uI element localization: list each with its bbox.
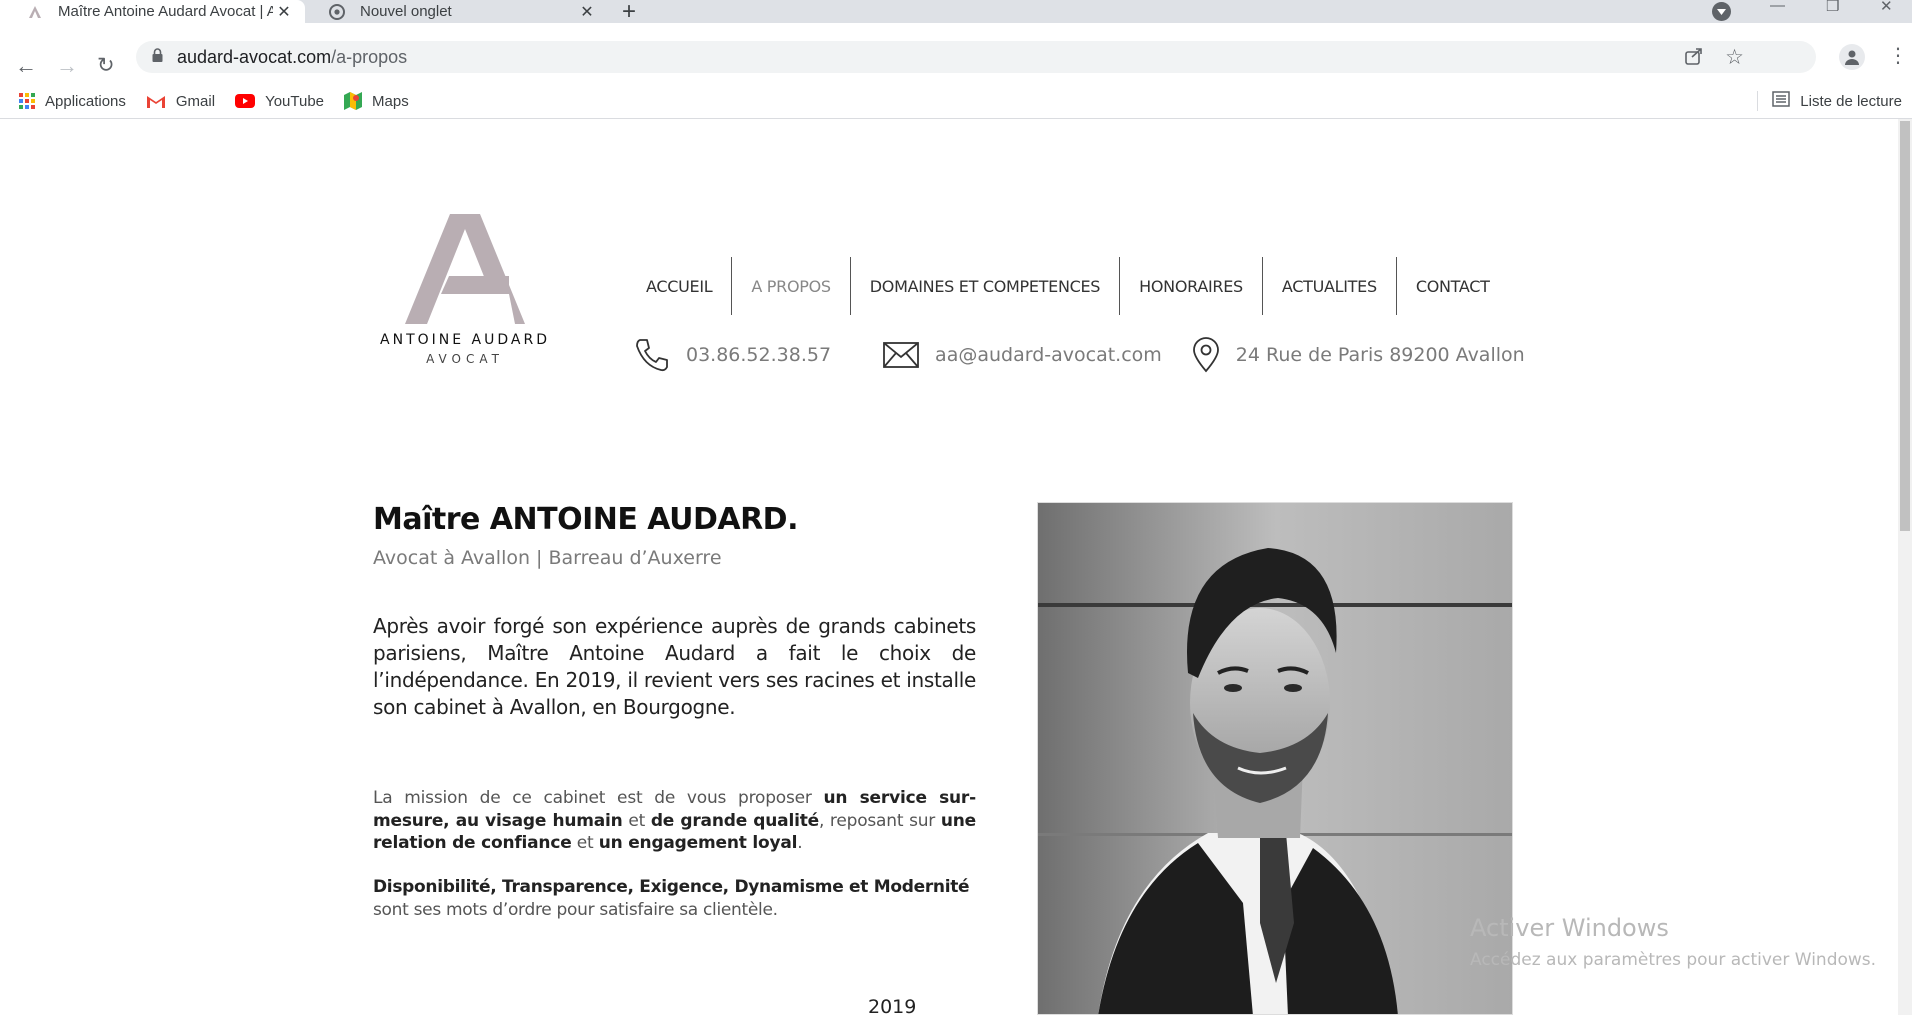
- bookmark-maps[interactable]: Maps: [344, 92, 409, 110]
- bookmark-star-icon[interactable]: ☆: [1725, 45, 1744, 70]
- window-close-icon[interactable]: ✕: [1880, 0, 1893, 15]
- tab-active[interactable]: Maître Antoine Audard Avocat | A ✕: [0, 0, 305, 23]
- values-sentence: sont ses mots d’ordre pour satisfaire sa…: [373, 900, 778, 920]
- intro-paragraph: Après avoir forgé son expérience auprès …: [373, 614, 976, 719]
- bookmarks-bar: Applications Gmail YouTube Maps: [0, 84, 1912, 118]
- reading-list-label: Liste de lecture: [1800, 92, 1902, 110]
- web-page: ANTOINE AUDARD AVOCAT ACCUEIL A PROPOS D…: [0, 119, 1898, 1015]
- logo-name: ANTOINE AUDARD: [380, 332, 550, 348]
- bookmark-label: Applications: [45, 92, 126, 110]
- bookmark-label: YouTube: [265, 92, 325, 110]
- url-path: /a-propos: [331, 46, 408, 67]
- address-bar[interactable]: audard-avocat.com/a-propos ☆: [136, 41, 1816, 73]
- phone-number: 03.86.52.38.57: [686, 344, 832, 366]
- tab-title: Maître Antoine Audard Avocat | A: [58, 3, 273, 20]
- restore-icon[interactable]: ❐: [1826, 0, 1839, 15]
- phone-icon: [636, 339, 668, 372]
- contact-bar: 03.86.52.38.57 aa@audard-avocat.com 24 R…: [634, 337, 1525, 373]
- nav-contact[interactable]: CONTACT: [1397, 257, 1509, 315]
- bookmark-youtube[interactable]: YouTube: [235, 93, 324, 110]
- mission-text: La mission de ce cabinet est de vous pro…: [373, 788, 824, 808]
- page-subtitle: Avocat à Avallon | Barreau d’Auxerre: [373, 547, 722, 569]
- mission-text: .: [797, 833, 803, 853]
- mission-highlight: de grande qualité: [650, 810, 819, 831]
- gmail-icon: [146, 94, 166, 109]
- bookmark-label: Maps: [372, 92, 409, 110]
- tab-title: Nouvel onglet: [360, 3, 452, 20]
- tab-inactive[interactable]: Nouvel onglet ✕: [312, 0, 608, 23]
- watermark-subtitle: Accédez aux paramètres pour activer Wind…: [1470, 950, 1877, 970]
- back-icon[interactable]: ←: [15, 53, 37, 79]
- forward-icon[interactable]: →: [56, 53, 78, 79]
- timeline-year: 2019: [868, 996, 917, 1015]
- bookmark-label: Gmail: [175, 92, 216, 110]
- main-nav: ACCUEIL A PROPOS DOMAINES ET COMPETENCES…: [627, 257, 1509, 315]
- street-address: 24 Rue de Paris 89200 Avallon: [1235, 344, 1525, 366]
- values-keywords: Disponibilité, Transparence, Exigence, D…: [373, 877, 970, 897]
- site-favicon-icon: [26, 3, 44, 21]
- nav-accueil[interactable]: ACCUEIL: [627, 257, 733, 315]
- reading-list-button[interactable]: Liste de lecture: [1757, 84, 1902, 118]
- contact-email[interactable]: aa@audard-avocat.com: [883, 342, 1162, 368]
- nav-actualites[interactable]: ACTUALITES: [1263, 257, 1397, 315]
- windows-activation-watermark: Activer Windows Accédez aux paramètres p…: [1470, 914, 1876, 970]
- scrollbar-thumb[interactable]: [1900, 121, 1910, 531]
- location-pin-icon: [1192, 337, 1219, 373]
- menu-kebab-icon[interactable]: ⋮: [1888, 43, 1908, 68]
- nav-a-propos[interactable]: A PROPOS: [732, 257, 851, 315]
- mission-highlight: un engagement loyal: [598, 833, 798, 853]
- mission-text: et: [622, 810, 651, 831]
- mission-paragraph: La mission de ce cabinet est de vous pro…: [373, 787, 976, 855]
- divider: [1757, 91, 1759, 111]
- reading-list-icon: [1772, 91, 1791, 111]
- tab-close-icon[interactable]: ✕: [576, 2, 598, 22]
- values-block: Disponibilité, Transparence, Exigence, D…: [373, 876, 970, 922]
- youtube-icon: [235, 94, 256, 108]
- site-logo[interactable]: ANTOINE AUDARD AVOCAT: [370, 214, 560, 366]
- chrome-icon: [328, 3, 346, 21]
- mission-text: et: [571, 833, 599, 853]
- page-title: Maître ANTOINE AUDARD.: [373, 502, 798, 537]
- contact-phone[interactable]: 03.86.52.38.57: [634, 337, 831, 373]
- nav-domaines[interactable]: DOMAINES ET COMPETENCES: [851, 257, 1121, 315]
- watermark-title: Activer Windows: [1470, 914, 1669, 942]
- lawyer-portrait-photo: [1037, 502, 1513, 1015]
- profile-avatar-icon[interactable]: [1839, 44, 1865, 70]
- nav-honoraires[interactable]: HONORAIRES: [1120, 257, 1263, 315]
- email-address: aa@audard-avocat.com: [935, 344, 1162, 366]
- apps-grid-icon: [19, 93, 35, 109]
- reload-icon[interactable]: ↻: [97, 53, 115, 78]
- maps-icon: [344, 92, 363, 110]
- url-host: audard-avocat.com: [177, 46, 332, 67]
- logo-mark-icon: [405, 214, 525, 324]
- logo-sub: AVOCAT: [426, 352, 504, 366]
- tab-close-icon[interactable]: ✕: [273, 2, 295, 22]
- tab-strip: Maître Antoine Audard Avocat | A ✕ Nouve…: [0, 0, 1912, 25]
- envelope-icon: [883, 342, 919, 368]
- contact-address[interactable]: 24 Rue de Paris 89200 Avallon: [1192, 337, 1525, 373]
- lock-icon[interactable]: [152, 47, 163, 67]
- bookmark-applications[interactable]: Applications: [19, 93, 126, 110]
- tab-search-icon[interactable]: [1712, 2, 1731, 21]
- share-icon[interactable]: [1684, 46, 1704, 71]
- minimize-icon[interactable]: —: [1770, 0, 1785, 14]
- mission-text: , reposant sur: [818, 810, 941, 831]
- page-scrollbar[interactable]: [1898, 119, 1912, 1015]
- bookmark-gmail[interactable]: Gmail: [146, 93, 215, 110]
